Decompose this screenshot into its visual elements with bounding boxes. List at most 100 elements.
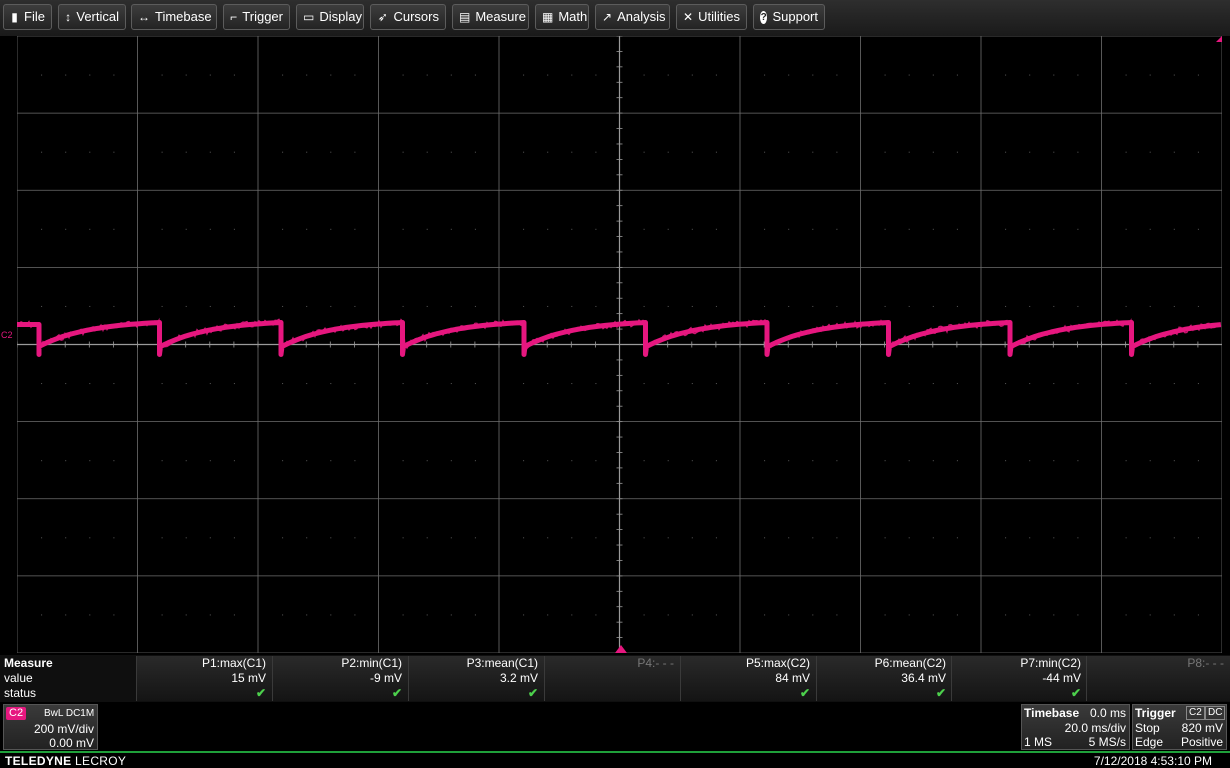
menu-vertical-button[interactable]: ↕ Vertical [58, 4, 126, 30]
trigger-descriptor[interactable]: Trigger C2 DC Stop 820 mV Edge Positive [1132, 704, 1227, 750]
timebase-sample-rate: 5 MS/s [1088, 735, 1126, 749]
grid-dot [715, 460, 717, 462]
timebase-descriptor[interactable]: Timebase 0.0 ms 20.0 ms/div 1 MS 5 MS/s [1021, 704, 1130, 750]
measure-param-2[interactable]: P2:min(C1) -9 mV ✔ [272, 656, 408, 701]
menu-timebase-button[interactable]: ↔ Timebase [131, 4, 217, 30]
grid-dot [113, 305, 115, 307]
menu-measure-button[interactable]: ▤ Measure [452, 4, 529, 30]
grid-dot [89, 74, 91, 76]
grid-dot [330, 228, 332, 230]
grid-dot [884, 74, 886, 76]
grid-dot [426, 151, 428, 153]
grid-dot [571, 74, 573, 76]
measure-status-ok-icon: ✔ [935, 686, 946, 700]
grid-dot [65, 537, 67, 539]
grid-dot [643, 537, 645, 539]
grid-dot [884, 305, 886, 307]
grid-dot [956, 537, 958, 539]
grid-dot [450, 460, 452, 462]
menu-file-button[interactable]: ▮ File [3, 4, 52, 30]
grid-dot [523, 537, 525, 539]
grid-dot [1149, 537, 1151, 539]
grid-dot [956, 305, 958, 307]
grid-dot [450, 74, 452, 76]
grid-dot [426, 460, 428, 462]
grid-dot [282, 228, 284, 230]
grid-dot [812, 460, 814, 462]
channel-2-ground-marker[interactable]: C2 [1, 330, 13, 340]
grid-dot [1077, 305, 1079, 307]
grid-dot [932, 151, 934, 153]
grid-dot [571, 305, 573, 307]
grid-dot [523, 151, 525, 153]
grid-dot [691, 460, 693, 462]
grid-dot [595, 151, 597, 153]
grid-dot [932, 460, 934, 462]
grid-dot [1005, 383, 1007, 385]
grid-dot [65, 305, 67, 307]
measure-param-8[interactable]: P8:- - - [1086, 656, 1230, 701]
measure-status-ok-icon: ✔ [255, 686, 266, 700]
menu-display-button[interactable]: ▭ Display [296, 4, 364, 30]
grid-dot [1173, 460, 1175, 462]
grid-dot [1077, 383, 1079, 385]
channel-2-descriptor[interactable]: C2 BwL DC1M 200 mV/div 0.00 mV [3, 704, 98, 750]
grid-dot [884, 228, 886, 230]
grid-dot [209, 460, 211, 462]
menu-analysis-button[interactable]: ↗ Analysis [595, 4, 670, 30]
grid-dot [306, 151, 308, 153]
grid-dot [474, 151, 476, 153]
grid-dot [233, 460, 235, 462]
grid-dot [1077, 151, 1079, 153]
grid-dot [715, 151, 717, 153]
grid-dot [1077, 614, 1079, 616]
trigger-icon: ⌐ [230, 10, 238, 24]
measure-param-4[interactable]: P4:- - - [544, 656, 680, 701]
measure-param-7[interactable]: P7:min(C2) -44 mV ✔ [951, 656, 1087, 701]
grid-dot [1053, 537, 1055, 539]
measure-param-1[interactable]: P1:max(C1) 15 mV ✔ [136, 656, 272, 701]
grid-dot [764, 383, 766, 385]
grid-dot [1197, 151, 1199, 153]
trigger-level-marker-icon[interactable] [1216, 36, 1222, 42]
grid-dot [354, 537, 356, 539]
grid-dot [691, 537, 693, 539]
grid-dot [402, 460, 404, 462]
menu-support-button[interactable]: ? Support [753, 4, 825, 30]
grid-dot [1005, 305, 1007, 307]
menu-utilities-button[interactable]: ✕ Utilities [676, 4, 747, 30]
grid-dot [354, 460, 356, 462]
measure-param-name: P5:max(C2) [745, 656, 810, 670]
measure-param-5[interactable]: P5:max(C2) 84 mV ✔ [680, 656, 816, 701]
measure-param-name: P6:mean(C2) [874, 656, 946, 670]
waveform-grid[interactable] [17, 36, 1222, 653]
grid-dot [113, 614, 115, 616]
grid-dot [282, 614, 284, 616]
trigger-position-marker-icon[interactable] [615, 645, 627, 653]
grid-dot [1005, 228, 1007, 230]
grid-dot [209, 305, 211, 307]
grid-dot [667, 383, 669, 385]
grid-dot [908, 74, 910, 76]
menu-label: Trigger [242, 9, 283, 24]
measure-param-6[interactable]: P6:mean(C2) 36.4 mV ✔ [816, 656, 952, 701]
measure-param-3[interactable]: P3:mean(C1) 3.2 mV ✔ [408, 656, 544, 701]
grid-dot [89, 383, 91, 385]
menu-math-button[interactable]: ▦ Math [535, 4, 589, 30]
grid-dot [474, 614, 476, 616]
grid-dot [788, 383, 790, 385]
brand-logo: TELEDYNE LECROY [5, 754, 127, 768]
grid-dot [908, 151, 910, 153]
grid-dot [426, 74, 428, 76]
menu-cursors-button[interactable]: ➶ Cursors [370, 4, 446, 30]
grid-dot [209, 537, 211, 539]
timebase-scale: 20.0 ms/div [1064, 721, 1126, 735]
grid-dot [113, 74, 115, 76]
grid-dot [1005, 614, 1007, 616]
grid-dot [282, 74, 284, 76]
grid-dot [764, 228, 766, 230]
grid-dot [691, 305, 693, 307]
grid-dot [836, 74, 838, 76]
menu-trigger-button[interactable]: ⌐ Trigger [223, 4, 290, 30]
measure-param-value: -9 mV [369, 671, 402, 685]
